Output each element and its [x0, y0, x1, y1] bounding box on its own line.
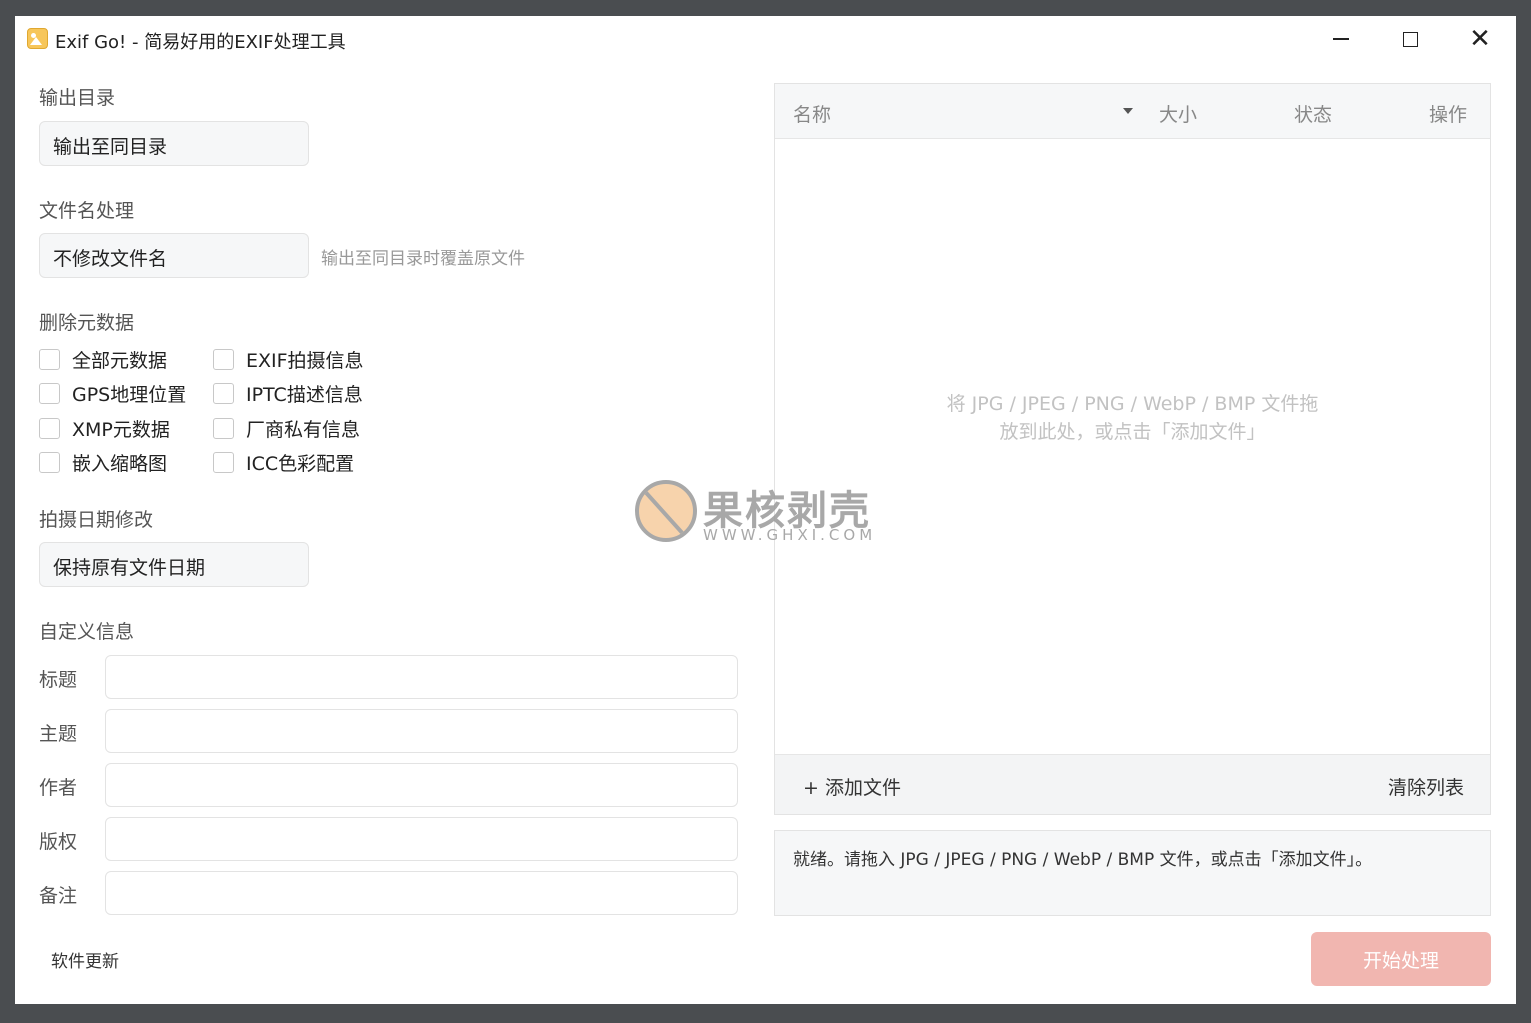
column-size[interactable]: 大小	[1159, 100, 1197, 127]
close-icon: ✕	[1469, 24, 1491, 54]
title-input[interactable]	[105, 655, 738, 699]
checkbox-label: ICC色彩配置	[246, 453, 355, 475]
checkbox-label: XMP元数据	[72, 419, 170, 441]
checkbox-box[interactable]	[213, 383, 234, 404]
checkbox-box[interactable]	[39, 452, 60, 473]
date-label: 拍摄日期修改	[39, 509, 154, 531]
column-name[interactable]: 名称	[793, 100, 831, 127]
checkbox-xmp[interactable]: XMP元数据	[39, 415, 170, 442]
checkbox-maker-notes[interactable]: 厂商私有信息	[213, 415, 360, 442]
checkbox-box[interactable]	[39, 418, 60, 439]
checkbox-box[interactable]	[213, 349, 234, 370]
drop-hint-line: 将 JPG / JPEG / PNG / WebP / BMP 文件拖	[946, 393, 1319, 415]
date-select[interactable]: 保持原有文件日期	[39, 542, 309, 587]
subject-input[interactable]	[105, 709, 738, 753]
checkbox-gps[interactable]: GPS地理位置	[39, 380, 186, 407]
filename-select[interactable]: 不修改文件名	[39, 233, 309, 278]
app-window: Exif Go! - 简易好用的EXIF处理工具 ✕ 输出目录 输出至同目录 文…	[15, 16, 1516, 1004]
start-processing-button[interactable]: 开始处理	[1311, 932, 1491, 986]
notes-field-label: 备注	[39, 885, 78, 907]
file-list-footer: + 添加文件 清除列表	[775, 754, 1490, 814]
checkbox-label: 嵌入缩略图	[72, 453, 168, 475]
title-field-label: 标题	[39, 669, 78, 691]
watermark-logo-icon	[635, 480, 697, 542]
watermark: 果核剥壳 WWW.GHXI.COM	[635, 478, 905, 548]
image-icon	[27, 28, 48, 49]
output-dir-select[interactable]: 输出至同目录	[39, 121, 309, 166]
subject-field-label: 主题	[39, 723, 78, 745]
software-update-link[interactable]: 软件更新	[51, 947, 119, 972]
checkbox-exif[interactable]: EXIF拍摄信息	[213, 346, 364, 373]
checkbox-box[interactable]	[213, 452, 234, 473]
status-log: 就绪。请拖入 JPG / JPEG / PNG / WebP / BMP 文件，…	[774, 830, 1491, 916]
copyright-input[interactable]	[105, 817, 738, 861]
clear-list-button[interactable]: 清除列表	[1388, 773, 1464, 800]
column-action: 操作	[1429, 104, 1468, 126]
checkbox-box[interactable]	[39, 383, 60, 404]
window-title: Exif Go! - 简易好用的EXIF处理工具	[55, 32, 346, 53]
remove-metadata-label: 删除元数据	[39, 312, 135, 334]
title-bar[interactable]: Exif Go! - 简易好用的EXIF处理工具 ✕	[15, 16, 1516, 62]
checkbox-label: GPS地理位置	[72, 384, 187, 406]
close-button[interactable]: ✕	[1458, 24, 1502, 54]
checkbox-box[interactable]	[39, 349, 60, 370]
drop-zone-hint: 将 JPG / JPEG / PNG / WebP / BMP 文件拖 放到此处…	[775, 390, 1490, 446]
watermark-url: WWW.GHXI.COM	[703, 526, 877, 544]
custom-info-label: 自定义信息	[39, 621, 135, 643]
status-text: 就绪。请拖入 JPG / JPEG / PNG / WebP / BMP 文件，…	[793, 850, 1373, 870]
drop-hint-line: 放到此处，或点击「添加文件」	[999, 421, 1266, 443]
author-input[interactable]	[105, 763, 738, 807]
checkbox-label: 全部元数据	[72, 350, 168, 372]
filename-label: 文件名处理	[39, 200, 135, 222]
filename-hint: 输出至同目录时覆盖原文件	[321, 249, 525, 269]
sort-down-icon[interactable]	[1123, 108, 1133, 114]
file-list-header: 名称 大小 状态 操作	[775, 84, 1490, 139]
copyright-field-label: 版权	[39, 831, 78, 853]
add-file-button[interactable]: + 添加文件	[803, 773, 901, 800]
checkbox-thumbnail[interactable]: 嵌入缩略图	[39, 449, 167, 476]
checkbox-box[interactable]	[213, 418, 234, 439]
maximize-icon	[1402, 31, 1418, 47]
checkbox-label: EXIF拍摄信息	[246, 350, 364, 372]
author-field-label: 作者	[39, 777, 78, 799]
output-dir-label: 输出目录	[39, 87, 116, 109]
checkbox-iptc[interactable]: IPTC描述信息	[213, 380, 363, 407]
maximize-button[interactable]	[1388, 24, 1432, 54]
checkbox-label: 厂商私有信息	[246, 419, 361, 441]
checkbox-all-metadata[interactable]: 全部元数据	[39, 346, 167, 373]
minimize-icon	[1333, 38, 1349, 40]
minimize-button[interactable]	[1319, 24, 1363, 54]
notes-input[interactable]	[105, 871, 738, 915]
checkbox-label: IPTC描述信息	[246, 384, 363, 406]
file-list-panel[interactable]: 名称 大小 状态 操作 将 JPG / JPEG / PNG / WebP / …	[774, 83, 1491, 815]
checkbox-icc[interactable]: ICC色彩配置	[213, 449, 354, 476]
column-status[interactable]: 状态	[1294, 100, 1332, 127]
